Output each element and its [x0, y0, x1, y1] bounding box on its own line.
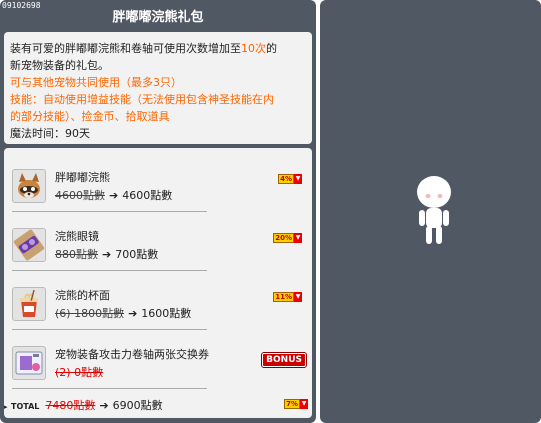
description-line-2: 新宠物装备的礼包。 [10, 59, 109, 72]
package-detail-panel: 09102698 胖嘟嘟浣熊礼包 装有可爱的胖嘟嘟浣熊和卷轴可使用次数增加至10… [0, 0, 316, 423]
list-item[interactable]: 胖嘟嘟浣熊 4600點數 ➔ 4600點數 4% ▼ [4, 166, 312, 216]
divider [12, 270, 207, 271]
arrow-right-icon: ➔ [102, 248, 112, 261]
bullet-icon: ▸ [4, 403, 8, 411]
sale-price: 4600點數 [122, 189, 173, 202]
cup-noodle-icon [12, 287, 46, 321]
sale-price: 700點數 [115, 248, 159, 261]
down-arrow-icon: ▼ [294, 174, 302, 184]
bonus-badge: BONUS [261, 352, 307, 368]
package-items-list: 胖嘟嘟浣熊 4600點數 ➔ 4600點數 4% ▼ 浣熊眼镜 880點數 ➔ 7 [4, 148, 312, 418]
list-item[interactable]: 浣熊的杯面 (6) 1800點數 ➔ 1600點數 11% ▼ [4, 284, 312, 334]
divider [12, 388, 207, 389]
glasses-icon [12, 228, 46, 262]
divider [12, 211, 207, 212]
item-price: (6) 1800點數 ➔ 1600點數 [55, 305, 191, 321]
discount-badge: 11% ▼ [273, 292, 302, 302]
discount-badge: 4% ▼ [278, 174, 302, 184]
original-price: (6) 1800點數 [55, 307, 125, 320]
arrow-right-icon: ➔ [109, 189, 119, 202]
total-discount-badge: 7% ▼ [284, 399, 308, 409]
total-sale-price: 6900點數 [112, 399, 163, 412]
list-item[interactable]: 宠物装备攻击力卷轴两张交换券 (2) 0點數 BONUS [4, 343, 312, 393]
item-price: 880點數 ➔ 700點數 [55, 246, 158, 262]
item-price: 4600點數 ➔ 4600點數 [55, 187, 172, 203]
description-line-5: 的部分技能）、捡金币、拾取道具 [10, 110, 170, 123]
item-price: (2) 0點數 [55, 364, 103, 380]
raccoon-icon [12, 169, 46, 203]
arrow-right-icon: ➔ [128, 307, 138, 320]
total-row: ▸ TOTAL 7480點數 ➔ 6900點數 [4, 397, 163, 413]
discount-badge: 20% ▼ [273, 233, 302, 243]
original-price: (2) 0點數 [55, 366, 104, 379]
down-arrow-icon: ▼ [300, 399, 308, 409]
total-original-price: 7480點數 [45, 399, 96, 412]
original-price: 880點數 [55, 248, 98, 261]
description-line-6: 魔法时间：90天 [10, 127, 90, 140]
down-arrow-icon: ▼ [294, 233, 302, 243]
sale-price: 1600點數 [141, 307, 192, 320]
original-price: 4600點數 [55, 189, 105, 202]
item-name: 宠物装备攻击力卷轴两张交换券 [55, 348, 209, 361]
item-name: 浣熊眼镜 [55, 230, 99, 243]
character-avatar [417, 176, 451, 244]
item-name: 胖嘟嘟浣熊 [55, 171, 110, 184]
description-line-3: 可与其他宠物共同使用（最多3只） [10, 76, 182, 89]
description-line-1: 装有可爱的胖嘟嘟浣熊和卷轴可使用次数增加至10次的 [10, 42, 277, 55]
list-item[interactable]: 浣熊眼镜 880點數 ➔ 700點數 20% ▼ [4, 225, 312, 275]
divider [12, 329, 207, 330]
item-name: 浣熊的杯面 [55, 289, 110, 302]
description-line-4: 技能：自动使用增益技能（无法使用包含神圣技能在内 [10, 93, 274, 106]
description-box: 装有可爱的胖嘟嘟浣熊和卷轴可使用次数增加至10次的 新宠物装备的礼包。 可与其他… [4, 32, 312, 144]
down-arrow-icon: ▼ [294, 292, 302, 302]
scroll-coupon-icon [12, 346, 46, 380]
character-preview-panel [320, 0, 541, 423]
arrow-right-icon: ➔ [99, 399, 109, 412]
package-title: 胖嘟嘟浣熊礼包 [112, 10, 204, 25]
total-label: TOTAL [11, 402, 40, 411]
